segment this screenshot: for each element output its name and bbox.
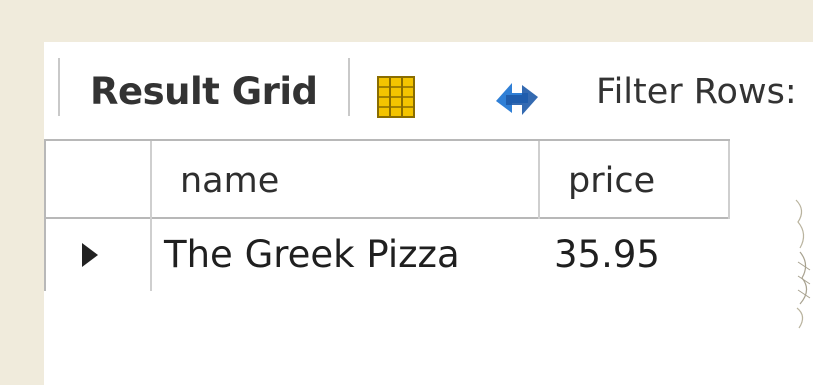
cell-text: The Greek Pizza bbox=[164, 233, 460, 276]
cell-name[interactable]: The Greek Pizza bbox=[152, 219, 540, 291]
column-header-label: price bbox=[568, 161, 656, 201]
filter-rows-label: Filter Rows: bbox=[596, 72, 797, 112]
result-grid-tab[interactable]: Result Grid bbox=[90, 70, 318, 113]
result-panel: Result Grid Filter Rows: name price The … bbox=[44, 42, 813, 385]
result-grid: name price The Greek Pizza 35.95 bbox=[44, 139, 730, 293]
toolbar-separator bbox=[348, 58, 350, 116]
refresh-icon[interactable] bbox=[490, 73, 544, 125]
decorative-edge-pattern bbox=[795, 199, 811, 329]
grid-header-row: name price bbox=[44, 139, 730, 219]
column-header-price[interactable]: price bbox=[540, 141, 730, 219]
row-selector-cell[interactable] bbox=[44, 219, 152, 291]
column-header-name[interactable]: name bbox=[152, 141, 540, 219]
column-grid-icon[interactable] bbox=[374, 75, 418, 119]
result-toolbar: Result Grid Filter Rows: bbox=[44, 42, 813, 138]
row-selector-header bbox=[44, 141, 152, 219]
current-row-arrow-icon bbox=[82, 243, 98, 267]
cell-price[interactable]: 35.95 bbox=[540, 219, 730, 291]
cell-text: 35.95 bbox=[554, 233, 660, 276]
column-header-label: name bbox=[180, 161, 280, 201]
toolbar-separator bbox=[58, 58, 60, 116]
table-row[interactable]: The Greek Pizza 35.95 bbox=[44, 219, 730, 291]
